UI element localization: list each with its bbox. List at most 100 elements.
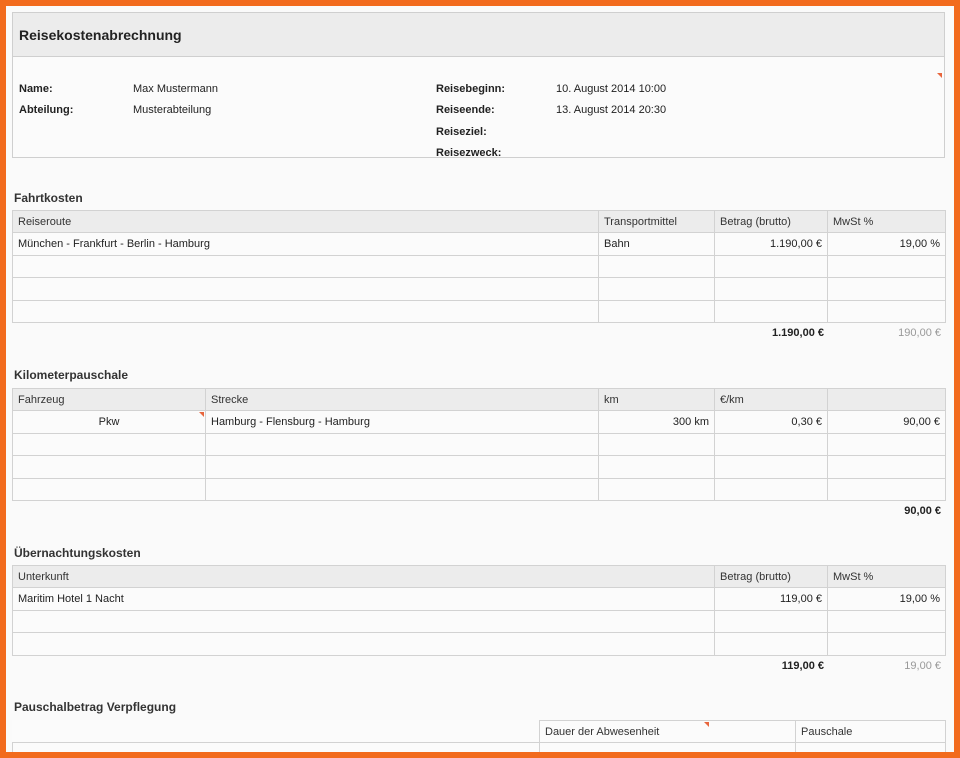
reiseziel-label: Reiseziel:: [436, 126, 487, 138]
empty-cell[interactable]: [714, 632, 828, 656]
empty-cell[interactable]: [205, 432, 599, 457]
table-row: [12, 609, 946, 634]
table-row: Pkw Hamburg - Flensburg - Hamburg 300 km…: [12, 410, 946, 434]
expense-report-sheet: Reisekostenabrechnung Name: Max Musterma…: [6, 6, 954, 752]
empty-cell[interactable]: [539, 742, 796, 752]
column-header-dauer: Dauer der Abwesenheit: [539, 719, 796, 744]
verpflegung-table: Dauer der Abwesenheit Pauschale: [12, 719, 946, 752]
column-header: MwSt %: [827, 564, 946, 589]
kilometerpauschale-title: Kilometerpauschale: [14, 368, 129, 382]
empty-cell[interactable]: [598, 477, 715, 501]
table-row: [12, 632, 946, 656]
table-header-row: Dauer der Abwesenheit Pauschale: [12, 719, 946, 744]
uebernachtung-table: Unterkunft Betrag (brutto) MwSt % Mariti…: [12, 564, 946, 656]
empty-cell[interactable]: [205, 477, 599, 501]
uebernachtung-total-brutto: 119,00 €: [781, 660, 824, 672]
empty-cell[interactable]: [714, 254, 828, 279]
empty-cell[interactable]: [205, 455, 599, 479]
table-row: [12, 477, 946, 501]
empty-cell[interactable]: [598, 455, 715, 479]
column-header: Reiseroute: [12, 209, 599, 234]
table-header-row: Unterkunft Betrag (brutto) MwSt %: [12, 564, 946, 589]
table-row: [12, 455, 946, 479]
cell-mwst[interactable]: 19,00 %: [827, 232, 946, 256]
cell-euro-per-km[interactable]: 0,30 €: [714, 410, 828, 434]
column-header: [827, 387, 946, 412]
report-title: Reisekostenabrechnung: [13, 13, 944, 57]
empty-cell[interactable]: [12, 742, 540, 752]
empty-cell[interactable]: [12, 277, 599, 301]
cell-betrag[interactable]: 90,00 €: [827, 410, 946, 434]
cell-transportmittel[interactable]: Bahn: [598, 232, 715, 256]
empty-cell[interactable]: [827, 477, 946, 501]
empty-cell[interactable]: [714, 299, 828, 323]
column-header-pauschale: Pauschale: [795, 719, 946, 744]
empty-cell[interactable]: [827, 277, 946, 301]
reisebeginn-label: Reisebeginn:: [436, 83, 506, 95]
empty-cell[interactable]: [827, 432, 946, 457]
empty-cell[interactable]: [598, 277, 715, 301]
empty-cell[interactable]: [12, 299, 599, 323]
table-row: [12, 277, 946, 301]
report-header: Reisekostenabrechnung Name: Max Musterma…: [12, 12, 945, 159]
table-row: [12, 742, 946, 752]
column-header: €/km: [714, 387, 828, 412]
reisebeginn-value: 10. August 2014 10:00: [556, 83, 667, 95]
name-value: Max Mustermann: [133, 83, 218, 95]
cell-strecke[interactable]: Hamburg - Flensburg - Hamburg: [205, 410, 599, 434]
column-header: Unterkunft: [12, 564, 715, 589]
empty-cell[interactable]: [827, 609, 946, 634]
column-header: Fahrzeug: [12, 387, 206, 412]
table-row: [12, 254, 946, 279]
abteilung-value: Musterabteilung: [133, 104, 212, 116]
cell-reiseroute[interactable]: München - Frankfurt - Berlin - Hamburg: [12, 232, 599, 256]
empty-cell[interactable]: [714, 455, 828, 479]
cell-fahrzeug[interactable]: Pkw: [12, 410, 206, 434]
empty-cell[interactable]: [795, 742, 946, 752]
comment-marker-icon[interactable]: [199, 412, 204, 418]
uebernachtung-title: Übernachtungskosten: [14, 546, 141, 560]
empty-cell[interactable]: [827, 254, 946, 279]
empty-cell[interactable]: [12, 455, 206, 479]
kilometerpauschale-total: 90,00 €: [904, 505, 941, 517]
cell-km[interactable]: 300 km: [598, 410, 715, 434]
empty-cell[interactable]: [714, 477, 828, 501]
empty-cell[interactable]: [12, 254, 599, 279]
fahrtkosten-table: Reiseroute Transportmittel Betrag (brutt…: [12, 209, 946, 323]
column-header-dauer-text: Dauer der Abwesenheit: [545, 725, 660, 738]
column-header: km: [598, 387, 715, 412]
empty-cell[interactable]: [827, 632, 946, 656]
empty-cell[interactable]: [714, 432, 828, 457]
empty-cell[interactable]: [598, 299, 715, 323]
empty-cell[interactable]: [598, 432, 715, 457]
empty-cell[interactable]: [827, 299, 946, 323]
name-label: Name:: [19, 83, 53, 95]
empty-cell[interactable]: [12, 632, 715, 656]
cell-mwst[interactable]: 19,00 %: [827, 587, 946, 611]
empty-cell[interactable]: [12, 432, 206, 457]
empty-cell[interactable]: [12, 609, 715, 634]
fahrtkosten-total-mwst: 190,00 €: [898, 327, 941, 339]
cell-betrag[interactable]: 119,00 €: [714, 587, 828, 611]
cell-unterkunft[interactable]: Maritim Hotel 1 Nacht: [12, 587, 715, 611]
table-header-row: Fahrzeug Strecke km €/km: [12, 387, 946, 412]
empty-cell[interactable]: [12, 477, 206, 501]
table-row: Maritim Hotel 1 Nacht 119,00 € 19,00 %: [12, 587, 946, 611]
empty-cell[interactable]: [714, 277, 828, 301]
reiseende-value: 13. August 2014 20:30: [556, 104, 667, 116]
verpflegung-title: Pauschalbetrag Verpflegung: [14, 700, 177, 714]
comment-marker-icon[interactable]: [937, 73, 942, 78]
column-header: Strecke: [205, 387, 599, 412]
empty-cell[interactable]: [714, 609, 828, 634]
table-row: [12, 299, 946, 323]
cell-betrag[interactable]: 1.190,00 €: [714, 232, 828, 256]
comment-marker-icon[interactable]: [704, 722, 709, 727]
table-row: München - Frankfurt - Berlin - Hamburg B…: [12, 232, 946, 256]
kilometerpauschale-table: Fahrzeug Strecke km €/km Pkw Hamburg - F…: [12, 387, 946, 501]
empty-cell[interactable]: [598, 254, 715, 279]
table-row: [12, 432, 946, 457]
fahrtkosten-title: Fahrtkosten: [14, 191, 83, 205]
fahrtkosten-total-brutto: 1.190,00 €: [772, 327, 824, 339]
empty-cell[interactable]: [827, 455, 946, 479]
cell-fahrzeug-text: Pkw: [98, 416, 120, 429]
